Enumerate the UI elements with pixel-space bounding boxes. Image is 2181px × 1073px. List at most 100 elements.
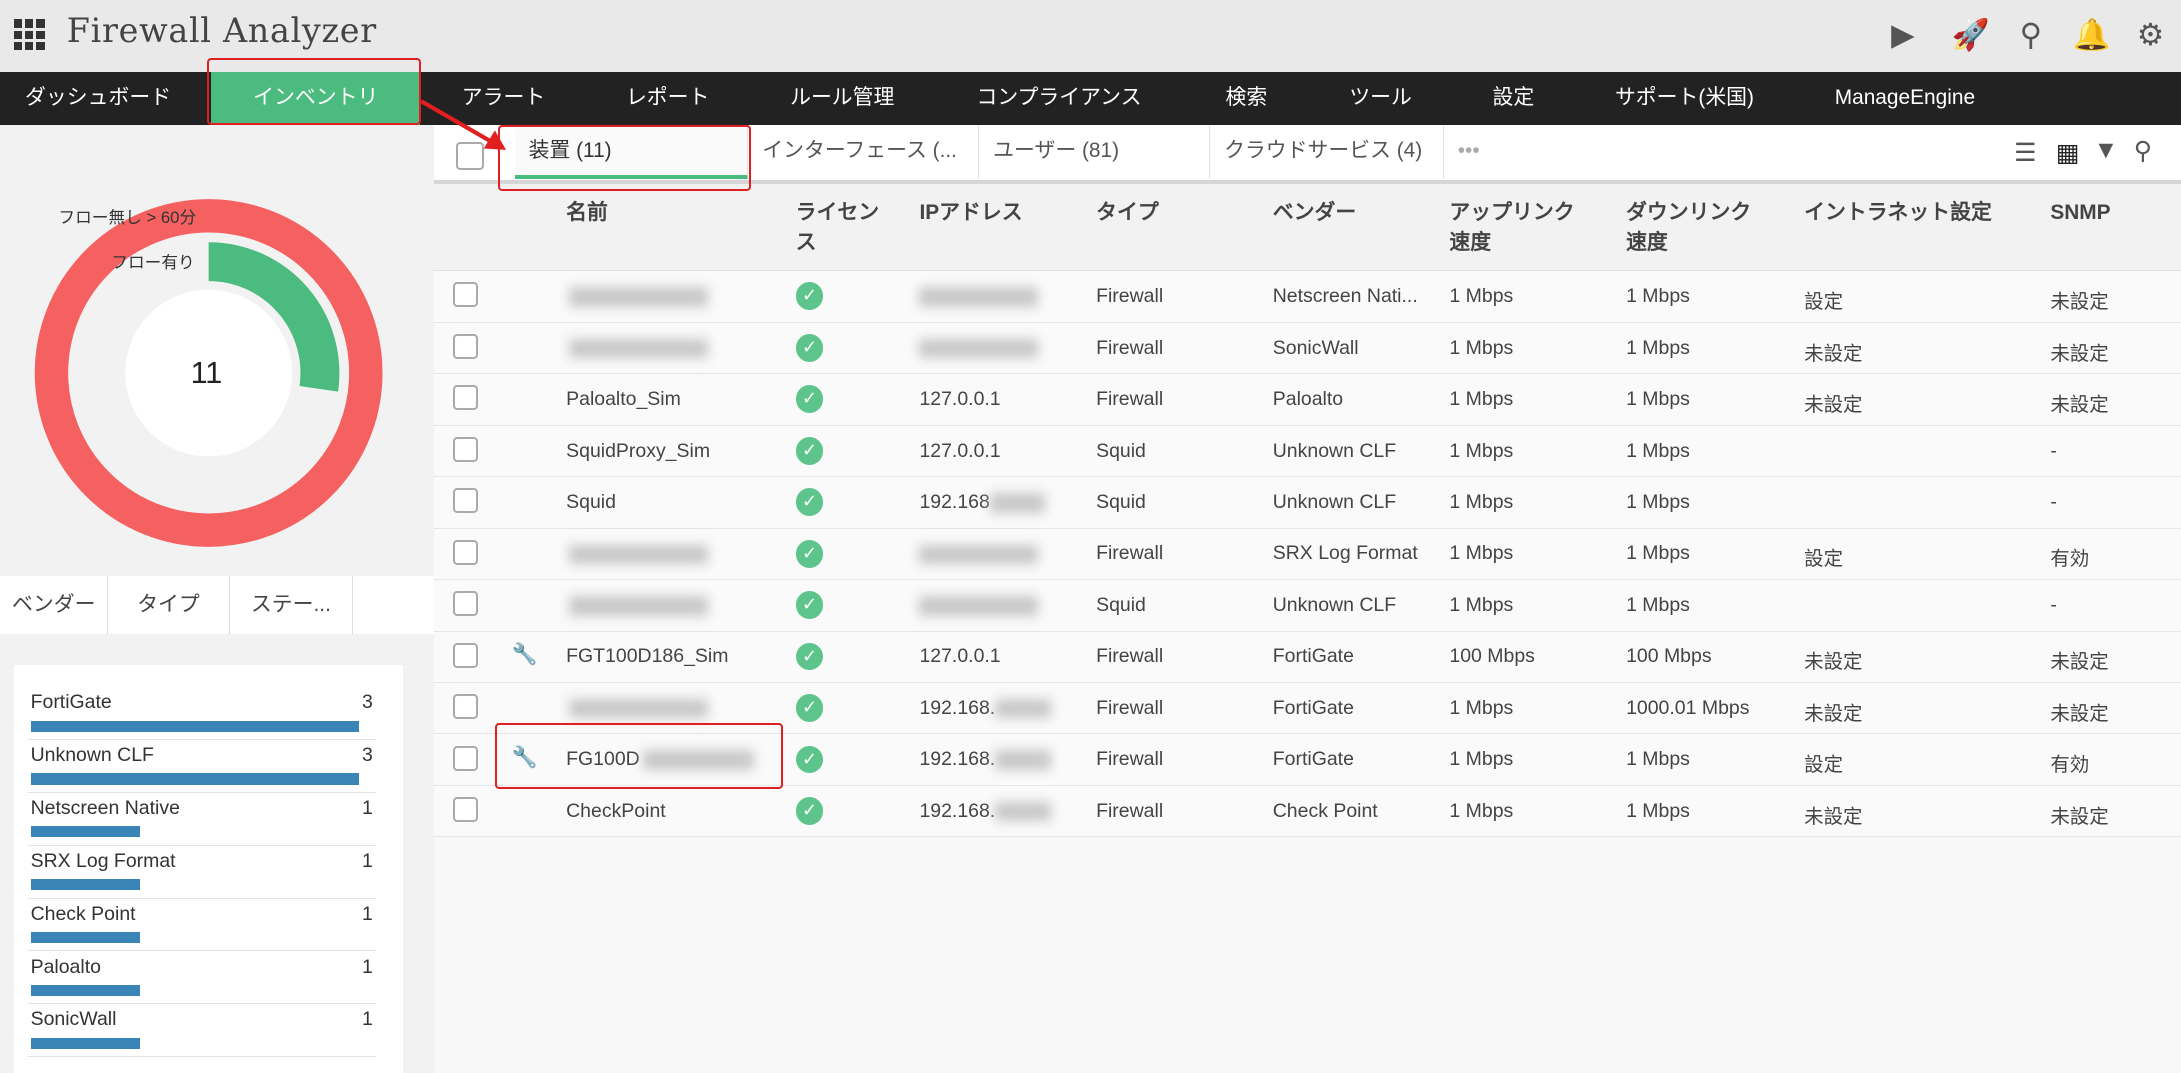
vendor-list-item[interactable]: FortiGate 3 <box>27 687 376 740</box>
tab-more[interactable]: ••• <box>1444 125 1541 179</box>
nav-settings[interactable]: 設定 <box>1493 72 1535 125</box>
device-name[interactable]: CheckPoint <box>566 800 666 822</box>
nav-reports[interactable]: レポート <box>626 72 709 125</box>
col-ip[interactable]: IPアドレス <box>919 198 1022 229</box>
device-name[interactable]: SquidProxy_Sim <box>566 440 710 462</box>
downlink-speed: 1 Mbps <box>1626 799 1690 822</box>
redacted-text <box>568 338 708 359</box>
downlink-speed: 1000.01 Mbps <box>1626 696 1750 719</box>
grid-icon[interactable] <box>13 19 45 51</box>
downlink-speed: 1 Mbps <box>1626 542 1690 565</box>
row-checkbox[interactable] <box>453 282 479 308</box>
left-tab-status[interactable]: ステー... <box>229 575 354 635</box>
nav-compliance[interactable]: コンプライアンス <box>976 72 1141 125</box>
table-search-icon[interactable]: ⚲ <box>2134 136 2152 166</box>
device-name[interactable]: Squid <box>566 491 616 513</box>
col-type[interactable]: タイプ <box>1096 198 1159 229</box>
row-checkbox[interactable] <box>453 333 479 359</box>
vendor-list-item[interactable]: SRX Log Format 1 <box>27 846 376 899</box>
tab-cloud-services[interactable]: クラウドサービス (4) <box>1210 125 1444 180</box>
left-tab-vendor[interactable]: ベンダー <box>0 575 109 635</box>
device-type: Squid <box>1096 593 1146 616</box>
device-type: Firewall <box>1096 748 1164 771</box>
app-title: Firewall Analyzer <box>66 11 377 51</box>
nav-manageengine[interactable]: ManageEngine <box>1835 72 1975 125</box>
rocket-icon[interactable]: 🚀 <box>1952 17 1990 53</box>
table-row[interactable]: 🔧 FG100D ✓ 192.168. Firewall FortiGate 1… <box>433 734 2181 786</box>
device-name[interactable]: FGT100D186_Sim <box>566 645 728 667</box>
ip-address: 192.168. <box>919 696 996 719</box>
uplink-speed: 1 Mbps <box>1449 748 1514 771</box>
row-checkbox[interactable] <box>453 436 479 462</box>
device-vendor: SRX Log Format <box>1272 542 1418 565</box>
device-name[interactable]: FG100D <box>566 748 640 770</box>
snmp-status: 未設定 <box>2050 291 2109 314</box>
tab-interfaces[interactable]: インターフェース (... <box>748 125 980 180</box>
vendor-list-item[interactable]: Paloalto 1 <box>27 951 376 1005</box>
list-view-icon[interactable]: ☰ <box>2014 138 2036 168</box>
col-name[interactable]: 名前 <box>566 198 608 229</box>
redacted-text <box>919 596 1038 616</box>
tab-users[interactable]: ユーザー (81) <box>979 125 1211 180</box>
nav-inventory[interactable]: インベントリ <box>211 72 421 126</box>
gear-icon[interactable]: ⚙ <box>2132 17 2168 53</box>
downlink-speed: 1 Mbps <box>1626 336 1690 359</box>
redacted-text <box>989 493 1046 513</box>
table-view-icon[interactable]: ▦ <box>2056 138 2080 168</box>
col-vendor[interactable]: ベンダー <box>1273 198 1356 229</box>
row-checkbox[interactable] <box>453 745 479 771</box>
row-checkbox[interactable] <box>453 539 479 565</box>
row-checkbox[interactable] <box>453 642 479 668</box>
nav-dashboard[interactable]: ダッシュボード <box>25 72 171 125</box>
row-checkbox[interactable] <box>453 694 479 720</box>
nav-support[interactable]: サポート(米国) <box>1615 72 1754 125</box>
presentation-icon[interactable]: ▶ <box>1885 17 1921 53</box>
table-row[interactable]: ✓ Firewall Netscreen Nati... 1 Mbps 1 Mb… <box>433 271 2181 323</box>
col-license[interactable]: ライセンス <box>796 198 888 259</box>
uplink-speed: 1 Mbps <box>1449 336 1514 359</box>
vendor-name: FortiGate <box>30 691 112 714</box>
col-intranet[interactable]: イントラネット設定 <box>1804 198 1992 229</box>
nav-rule-management[interactable]: ルール管理 <box>790 72 894 125</box>
col-downlink[interactable]: ダウンリンク速度 <box>1626 198 1765 259</box>
col-uplink[interactable]: アップリンク速度 <box>1449 198 1588 259</box>
vendor-list-item[interactable]: SonicWall 1 <box>27 1004 376 1058</box>
table-row[interactable]: 🔧 FGT100D186_Sim ✓ 127.0.0.1 Firewall Fo… <box>433 631 2181 683</box>
intranet-setting: 設定 <box>1804 548 1844 571</box>
left-tab-type[interactable]: タイプ <box>108 575 230 635</box>
table-row[interactable]: Paloalto_Sim ✓ 127.0.0.1 Firewall Paloal… <box>433 374 2181 426</box>
ip-address: 127.0.0.1 <box>919 439 1001 462</box>
col-snmp[interactable]: SNMP <box>2050 198 2110 229</box>
nav-tools[interactable]: ツール <box>1349 72 1412 125</box>
snmp-status: - <box>2050 439 2057 462</box>
wrench-icon[interactable]: 🔧 <box>512 643 538 667</box>
vendor-count-bar <box>30 1037 141 1049</box>
table-row[interactable]: Squid ✓ 192.168 Squid Unknown CLF 1 Mbps… <box>433 477 2181 529</box>
vendor-count: 1 <box>361 797 373 820</box>
vendor-list-item[interactable]: Check Point 1 <box>27 899 376 952</box>
row-checkbox[interactable] <box>453 591 479 617</box>
nav-search[interactable]: 検索 <box>1225 72 1267 125</box>
table-row[interactable]: CheckPoint ✓ 192.168. Firewall Check Poi… <box>433 785 2181 838</box>
device-name[interactable]: Paloalto_Sim <box>566 388 681 410</box>
table-row[interactable]: ✓ Firewall SonicWall 1 Mbps 1 Mbps 未設定 未… <box>433 322 2181 375</box>
row-checkbox[interactable] <box>453 385 479 411</box>
table-row[interactable]: ✓ 192.168. Firewall FortiGate 1 Mbps 100… <box>433 682 2181 735</box>
search-icon[interactable]: ⚲ <box>2013 17 2049 53</box>
row-checkbox[interactable] <box>453 488 479 514</box>
redacted-text <box>995 699 1051 719</box>
license-ok-icon: ✓ <box>795 436 824 465</box>
vendor-count: 3 <box>361 691 373 714</box>
wrench-icon[interactable]: 🔧 <box>512 746 538 770</box>
device-vendor: Check Point <box>1272 799 1378 822</box>
table-row[interactable]: ✓ Squid Unknown CLF 1 Mbps 1 Mbps - <box>433 580 2181 632</box>
row-checkbox[interactable] <box>453 797 479 823</box>
vendor-list-item[interactable]: Netscreen Native 1 <box>27 793 376 846</box>
table-row[interactable]: ✓ Firewall SRX Log Format 1 Mbps 1 Mbps … <box>433 528 2181 581</box>
bell-icon[interactable]: 🔔 <box>2073 17 2111 53</box>
tab-devices[interactable]: 装置 (11) <box>514 125 749 180</box>
filter-icon[interactable]: ▼ <box>2093 136 2118 165</box>
table-row[interactable]: SquidProxy_Sim ✓ 127.0.0.1 Squid Unknown… <box>433 425 2181 478</box>
intranet-setting: 未設定 <box>1804 805 1863 828</box>
vendor-list-item[interactable]: Unknown CLF 3 <box>27 740 376 793</box>
